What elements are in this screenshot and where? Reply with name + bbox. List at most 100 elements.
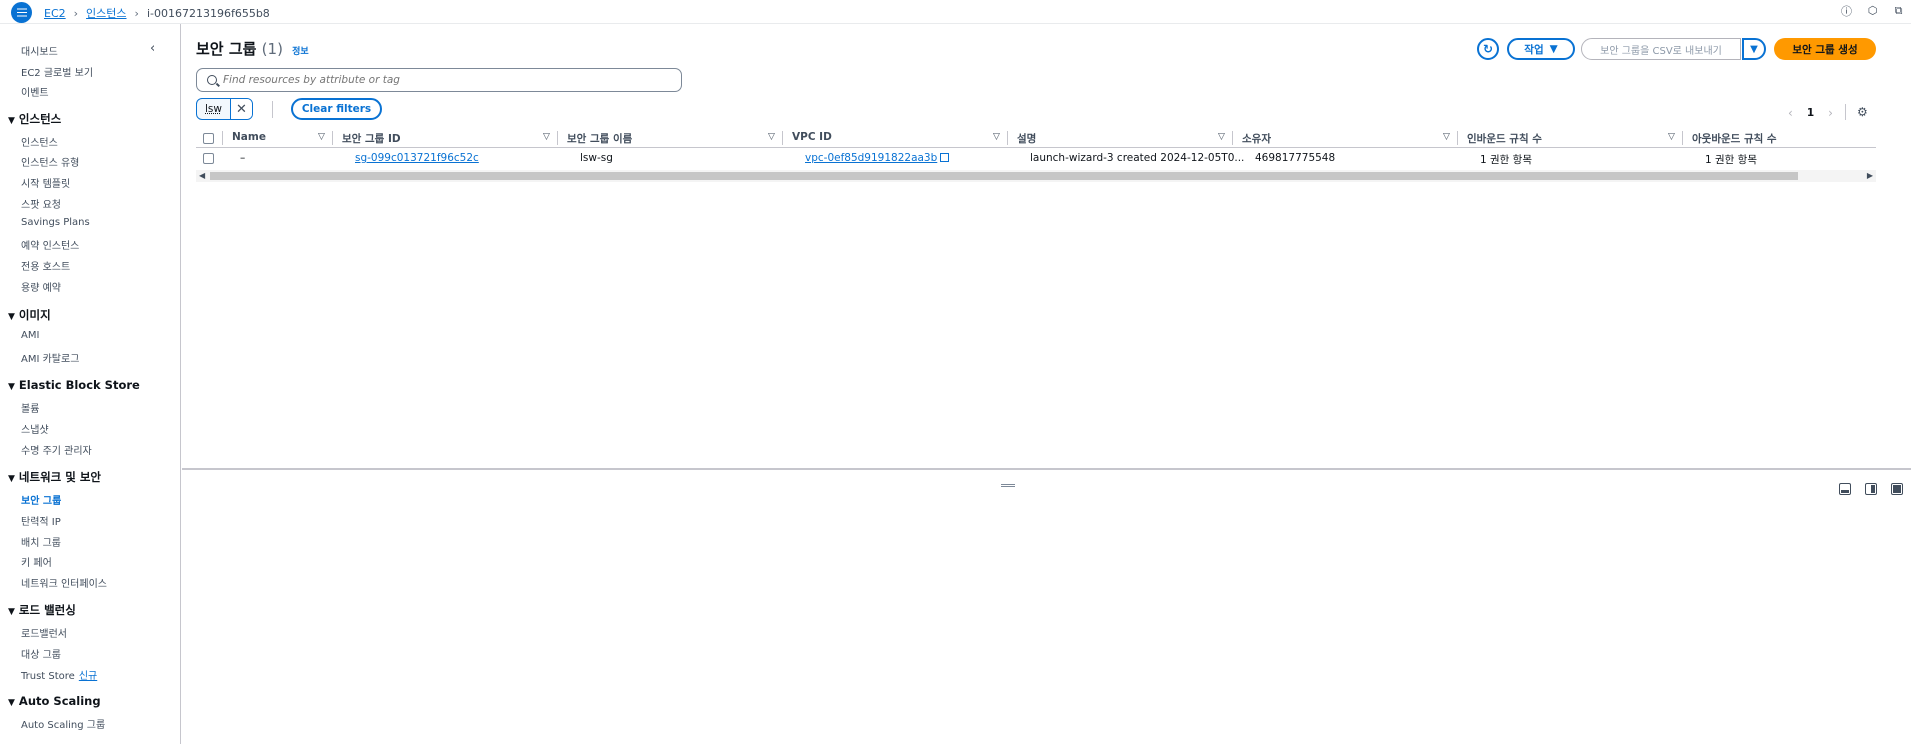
refresh-button[interactable]: ↻	[1477, 38, 1499, 60]
panel-bottom-icon[interactable]	[1839, 483, 1851, 495]
sort-icon[interactable]: ▽	[768, 132, 775, 142]
hamburger-icon	[16, 11, 27, 14]
sidebar-item-events[interactable]: 이벤트	[21, 84, 49, 99]
sidebar-item-placement-groups[interactable]: 배치 그룹	[21, 534, 61, 549]
divider	[272, 101, 273, 118]
prev-page-icon[interactable]: ‹	[1788, 106, 1793, 120]
search-icon	[207, 75, 217, 85]
sidebar-item-auto-scaling-groups[interactable]: Auto Scaling 그룹	[21, 716, 105, 731]
search-field[interactable]	[196, 68, 682, 92]
sidebar-item-ami-catalog[interactable]: AMI 카탈로그	[21, 350, 79, 365]
caret-down-icon: ▼	[8, 382, 15, 392]
column-divider	[1682, 131, 1683, 145]
scroll-right-icon[interactable]: ▶	[1867, 170, 1873, 182]
sidebar-item-snapshots[interactable]: 스냅샷	[21, 421, 49, 436]
sidebar-item-load-balancers[interactable]: 로드밸런서	[21, 625, 67, 640]
sort-icon[interactable]: ▽	[318, 132, 325, 142]
sidebar-item-trust-store[interactable]: Trust Store 신규	[21, 667, 97, 682]
sidebar-section-auto-scaling[interactable]: ▼ Auto Scaling	[8, 694, 101, 708]
column-header-inbound[interactable]: 인바운드 규칙 수	[1467, 131, 1542, 146]
menu-button[interactable]	[11, 2, 32, 23]
gear-icon[interactable]: ⚙	[1857, 106, 1870, 119]
sidebar-section-images[interactable]: ▼ 이미지	[8, 307, 51, 323]
breadcrumb-ec2[interactable]: EC2	[44, 7, 66, 20]
sort-icon[interactable]: ▽	[543, 132, 550, 142]
sidebar-item-key-pairs[interactable]: 키 페어	[21, 554, 52, 569]
chevron-right-icon: ›	[134, 6, 139, 20]
sidebar-item-volumes[interactable]: 볼륨	[21, 400, 39, 415]
column-header-owner[interactable]: 소유자	[1242, 131, 1271, 146]
info-link[interactable]: 정보	[292, 47, 309, 57]
horizontal-scrollbar[interactable]: ◀ ▶	[196, 170, 1876, 182]
sidebar-item-spot-requests[interactable]: 스팟 요청	[21, 196, 61, 211]
sidebar-item-network-interfaces[interactable]: 네트워크 인터페이스	[21, 575, 107, 590]
panel-full-icon[interactable]	[1891, 483, 1903, 495]
sidebar-item-instances[interactable]: 인스턴스	[21, 134, 58, 149]
cell-outbound: 1 권한 항목	[1705, 154, 1757, 166]
gear-hex-icon[interactable]: ⬡	[1866, 4, 1879, 17]
feedback-icon[interactable]: ⧉	[1892, 4, 1905, 17]
cell-owner: 469817775548	[1255, 152, 1336, 164]
scrollbar-thumb[interactable]	[210, 172, 1798, 180]
sidebar-item-security-groups[interactable]: 보안 그룹	[21, 492, 61, 507]
sort-icon[interactable]: ▽	[1443, 132, 1450, 142]
caret-down-icon: ▼	[8, 607, 15, 617]
sidebar-item-lifecycle-manager[interactable]: 수명 주기 관리자	[21, 442, 92, 457]
breadcrumb-current: i-00167213196f655b8	[146, 6, 270, 20]
column-header-sg-id[interactable]: 보안 그룹 ID	[342, 131, 401, 146]
pagination: ‹ 1 ›	[1788, 106, 1833, 120]
cell-sg-id[interactable]: sg-099c013721f96c52c	[355, 152, 479, 164]
collapse-sidebar-icon[interactable]: ‹	[150, 41, 155, 56]
create-security-group-button[interactable]: 보안 그룹 생성	[1774, 38, 1876, 60]
cell-vpc-id[interactable]: vpc-0ef85d9191822aa3b	[805, 152, 950, 164]
search-input[interactable]	[223, 74, 663, 86]
caret-down-icon: ▼	[1549, 43, 1558, 55]
caret-down-icon: ▼	[8, 116, 15, 126]
column-header-name[interactable]: Name	[232, 131, 266, 143]
sidebar-item-instance-types[interactable]: 인스턴스 유형	[21, 154, 79, 169]
remove-filter-icon[interactable]: ✕	[229, 99, 252, 119]
sidebar-section-ebs[interactable]: ▼ Elastic Block Store	[8, 378, 140, 392]
sidebar-item-launch-templates[interactable]: 시작 템플릿	[21, 175, 70, 190]
sidebar-item-target-groups[interactable]: 대상 그룹	[21, 646, 61, 661]
column-divider	[782, 131, 783, 145]
split-panel	[182, 468, 1911, 744]
sidebar-section-load-balancing[interactable]: ▼ 로드 밸런싱	[8, 602, 76, 618]
chevron-right-icon: ›	[73, 6, 79, 20]
export-csv-button[interactable]: 보안 그룹을 CSV로 내보내기	[1581, 38, 1741, 60]
sidebar-section-instances[interactable]: ▼ 인스턴스	[8, 111, 61, 127]
sort-icon[interactable]: ▽	[1218, 132, 1225, 142]
sidebar-item-reserved-instances[interactable]: 예약 인스턴스	[21, 237, 79, 252]
column-header-outbound[interactable]: 아웃바운드 규칙 수	[1692, 131, 1777, 146]
sidebar-section-network[interactable]: ▼ 네트워크 및 보안	[8, 469, 101, 485]
column-header-vpc-id[interactable]: VPC ID	[792, 131, 832, 143]
row-checkbox[interactable]	[203, 153, 214, 164]
sidebar-item-capacity-reservations[interactable]: 용량 예약	[21, 279, 61, 294]
actions-button[interactable]: 작업 ▼	[1507, 38, 1575, 60]
sidebar-item-dedicated-hosts[interactable]: 전용 호스트	[21, 258, 70, 273]
table-row[interactable]: – sg-099c013721f96c52c lsw-sg vpc-0ef85d…	[196, 148, 1876, 169]
breadcrumb-instances[interactable]: 인스턴스	[86, 5, 126, 21]
sidebar-item-elastic-ips[interactable]: 탄력적 IP	[21, 513, 61, 528]
scroll-left-icon[interactable]: ◀	[199, 170, 205, 182]
clear-filters-button[interactable]: Clear filters	[291, 98, 382, 120]
resize-handle[interactable]	[1001, 484, 1015, 487]
current-page[interactable]: 1	[1807, 107, 1814, 119]
new-badge: 신규	[78, 671, 98, 682]
panel-side-icon[interactable]	[1865, 483, 1877, 495]
filter-token-label[interactable]: lsw	[197, 99, 230, 119]
sort-icon[interactable]: ▽	[993, 132, 1000, 142]
select-all-checkbox[interactable]	[203, 133, 214, 144]
info-icon[interactable]: ⓘ	[1840, 4, 1853, 18]
column-header-description[interactable]: 설명	[1017, 131, 1036, 146]
cell-description: launch-wizard-3 created 2024-12-05T0...	[1030, 152, 1245, 164]
next-page-icon[interactable]: ›	[1828, 106, 1833, 120]
column-divider	[1232, 131, 1233, 145]
sidebar-item-dashboard[interactable]: 대시보드	[21, 43, 58, 58]
column-header-sg-name[interactable]: 보안 그룹 이름	[567, 131, 632, 146]
sort-icon[interactable]: ▽	[1668, 132, 1675, 142]
export-dropdown-button[interactable]: ▼	[1742, 38, 1766, 60]
sidebar-item-ami[interactable]: AMI	[21, 330, 39, 341]
sidebar-item-global-view[interactable]: EC2 글로벌 보기	[21, 64, 93, 79]
sidebar-item-savings-plans[interactable]: Savings Plans	[21, 217, 90, 228]
